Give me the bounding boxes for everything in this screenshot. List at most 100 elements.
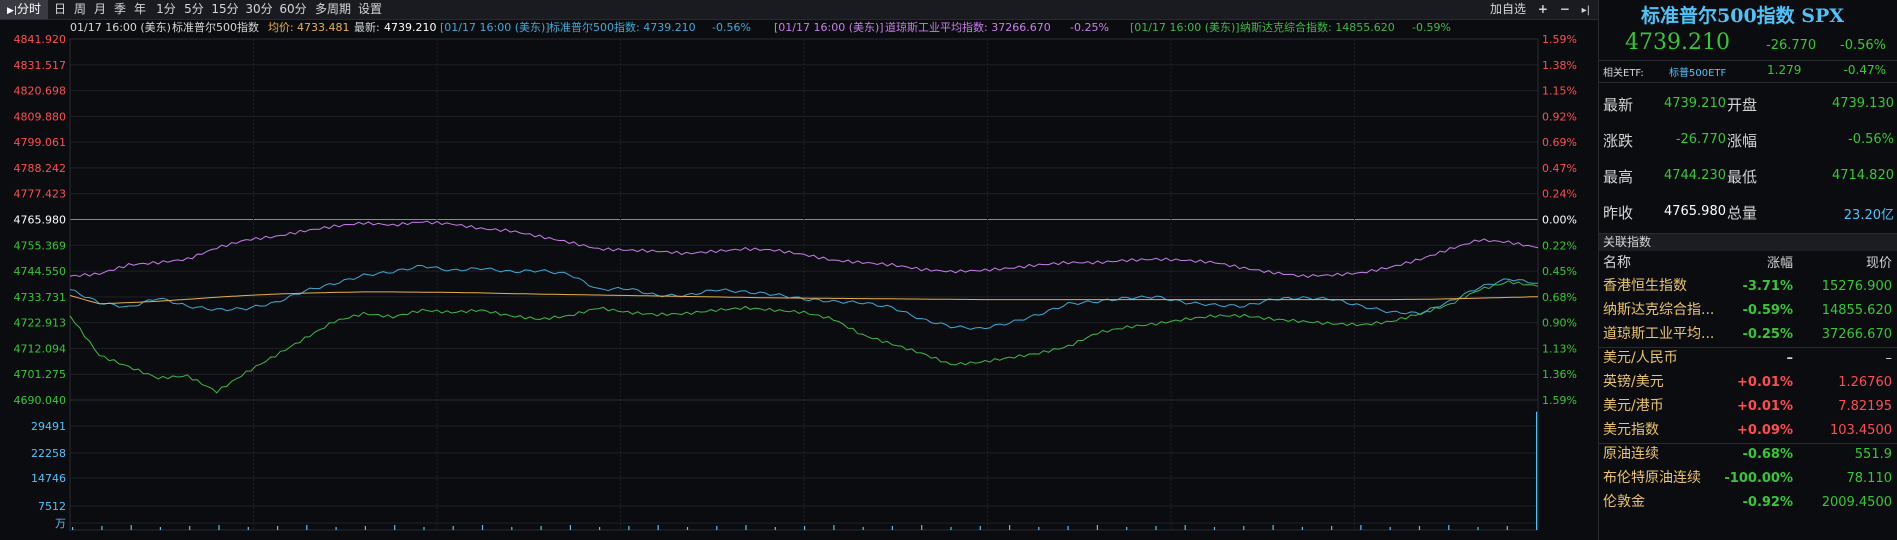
legend-dji-pct: -0.25% xyxy=(1070,21,1109,34)
col-change: 涨幅 xyxy=(1766,256,1793,271)
price-tick-label: 4777.423 xyxy=(14,188,67,201)
related-column-head: 名称 涨幅 现价 xyxy=(1599,252,1897,275)
tab-daily[interactable]: 日 xyxy=(52,0,68,19)
tab-quarterly[interactable]: 季 xyxy=(112,0,128,19)
volume-tick-label: 7512 xyxy=(38,500,66,513)
volume-bar xyxy=(218,525,220,530)
related-item[interactable]: 原油连续 -0.68% 551.9 xyxy=(1599,443,1897,466)
volume-bar xyxy=(364,526,366,530)
related-item[interactable]: 英镑/美元 +0.01% 1.26760 xyxy=(1599,371,1897,394)
volume-bar xyxy=(130,525,132,530)
related-item[interactable]: 美元/港币 +0.01% 7.82195 xyxy=(1599,395,1897,418)
volume-bar xyxy=(72,527,74,530)
volume-bar xyxy=(481,525,484,530)
quote-value: 4714.820 xyxy=(1831,168,1894,183)
quote-label: 最低 xyxy=(1727,168,1758,186)
volume-tick-label: 万 xyxy=(55,517,66,530)
related-change: -0.25% xyxy=(1742,327,1794,342)
volume-bar xyxy=(247,527,249,530)
legend-ixic-time: [01/17 16:00 (美东)] xyxy=(1130,21,1240,34)
quote-label: 最高 xyxy=(1603,168,1634,186)
related-change: +0.01% xyxy=(1737,375,1793,390)
quote-label: 总量 xyxy=(1727,204,1758,222)
quote-value: -26.770 xyxy=(1675,132,1726,147)
legend-avg-label: 均价: xyxy=(268,21,294,34)
percent-tick-label: 0.45% xyxy=(1542,265,1577,278)
tab-multi-period[interactable]: 多周期 xyxy=(312,0,354,19)
zoom-out-icon[interactable]: − xyxy=(1560,2,1570,16)
zoom-in-icon[interactable]: + xyxy=(1538,2,1548,16)
percent-tick-label: 0.90% xyxy=(1542,317,1577,330)
related-item[interactable]: 美元指数 +0.09% 103.4500 xyxy=(1599,419,1897,442)
quote-label: 涨跌 xyxy=(1603,132,1634,150)
col-price: 现价 xyxy=(1865,256,1892,271)
related-name: 布伦特原油连续 xyxy=(1603,470,1701,486)
volume-bar xyxy=(335,527,337,530)
percent-tick-label: 1.38% xyxy=(1542,59,1577,72)
related-item[interactable]: 布伦特原油连续 -100.00% 78.110 xyxy=(1599,467,1897,490)
volume-bar xyxy=(1477,527,1479,530)
jump-end-icon[interactable]: ▸| xyxy=(1582,5,1590,16)
percent-tick-label: 0.68% xyxy=(1542,291,1577,304)
volume-bar xyxy=(423,527,425,530)
tab-weekly[interactable]: 周 xyxy=(72,0,88,19)
tab-yearly[interactable]: 年 xyxy=(132,0,148,19)
volume-bar xyxy=(950,527,952,530)
quote-label: 涨幅 xyxy=(1727,132,1758,150)
related-header: 关联指数 xyxy=(1599,234,1897,251)
related-item[interactable]: 伦敦金 -0.92% 2009.4500 xyxy=(1599,491,1897,514)
volume-bar xyxy=(1448,525,1450,530)
volume-bar xyxy=(745,525,747,530)
last-price: 4739.210 xyxy=(1625,30,1730,55)
price-axis: 4841.920 4831.517 4820.698 4809.880 4799.061… xyxy=(14,33,67,407)
price-tick-label: 4690.040 xyxy=(14,394,67,407)
volume-bar xyxy=(657,525,659,530)
chart-grid xyxy=(69,38,1539,531)
tab-5min[interactable]: 5分 xyxy=(182,0,206,19)
intraday-chart[interactable]: 01/17 16:00 (美东) 标准普尔500指数 均价: 4733.481 … xyxy=(0,20,1598,540)
quote-value: 4739.210 xyxy=(1663,96,1726,111)
tab-15min[interactable]: 15分 xyxy=(210,0,240,19)
related-change: -0.92% xyxy=(1742,495,1794,510)
related-name: 美元/人民币 xyxy=(1603,350,1678,366)
related-price: 2009.4500 xyxy=(1821,495,1892,510)
related-item[interactable]: 道琼斯工业平均... -0.25% 37266.670 xyxy=(1599,323,1897,346)
volume-bar xyxy=(1301,527,1303,530)
etf-label: 相关ETF: xyxy=(1603,68,1644,79)
volume-bar xyxy=(277,526,279,530)
tab-settings[interactable]: 设置 xyxy=(356,0,384,19)
price-tick-label: 4701.275 xyxy=(14,368,67,381)
volume-bar xyxy=(1213,527,1216,530)
related-name: 香港恒生指数 xyxy=(1603,278,1687,294)
price-tick-label: 4831.517 xyxy=(14,59,67,72)
tab-30min[interactable]: 30分 xyxy=(244,0,274,19)
percent-tick-label: 1.59% xyxy=(1542,33,1577,46)
volume-bar xyxy=(804,526,806,530)
tab-monthly[interactable]: 月 xyxy=(92,0,108,19)
volume-bar xyxy=(921,525,923,530)
quote-value: 4744.230 xyxy=(1663,168,1726,183)
related-name: 道琼斯工业平均... xyxy=(1603,326,1715,342)
legend-name: 标准普尔500指数 xyxy=(172,20,259,34)
price-tick-label: 4799.061 xyxy=(14,136,67,149)
tab-60min[interactable]: 60分 xyxy=(278,0,308,19)
percent-tick-label: 0.24% xyxy=(1542,188,1577,201)
quote-panel: 标准普尔500指数 SPX 4739.210 -26.770 -0.56% 相关… xyxy=(1598,0,1897,540)
related-item[interactable]: 美元/人民币 – – xyxy=(1599,347,1897,370)
tab-timeshare[interactable]: ▶|分时 xyxy=(0,0,48,19)
legend-spx-pct: -0.56% xyxy=(712,21,751,34)
related-item[interactable]: 纳斯达克综合指... -0.59% 14855.620 xyxy=(1599,299,1897,322)
etf-link[interactable]: 标普500ETF xyxy=(1669,64,1726,79)
related-change: -0.68% xyxy=(1742,447,1794,462)
volume-bar xyxy=(1155,526,1157,530)
legend-ixic: 纳斯达克综合指数: 14855.620 xyxy=(1240,20,1395,34)
add-watchlist-button[interactable]: 加自选 xyxy=(1490,2,1526,16)
volume-bar xyxy=(1272,525,1274,530)
price-tick-label: 4744.550 xyxy=(14,265,67,278)
volume-bar xyxy=(628,526,630,530)
related-item[interactable]: 香港恒生指数 -3.71% 15276.900 xyxy=(1599,275,1897,298)
tab-1min[interactable]: 1分 xyxy=(154,0,178,19)
divider xyxy=(1599,82,1897,83)
volume-tick-label: 22258 xyxy=(31,447,66,460)
volume-bars xyxy=(72,411,1538,530)
